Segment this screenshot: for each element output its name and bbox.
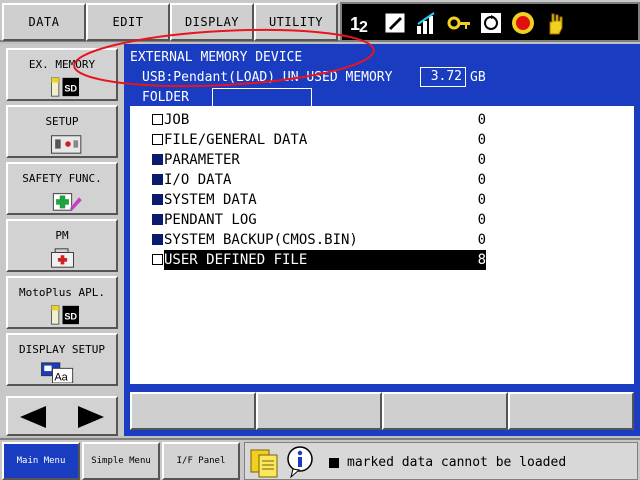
sd-card-icon: SD xyxy=(51,305,79,325)
sidebar-item-pm[interactable]: PM xyxy=(6,219,118,272)
sidebar-item-safety-func[interactable]: SAFETY FUNC. xyxy=(6,162,118,215)
memory-unit: GB xyxy=(470,70,486,85)
tool-number-12-icon: 1 2 xyxy=(348,10,374,36)
unused-memory-value: 3.72 xyxy=(420,67,466,87)
safety-cross-icon xyxy=(52,193,82,211)
cycle-icon xyxy=(478,10,504,36)
sidebar-item-display-setup[interactable]: DISPLAY SETUP Aa xyxy=(6,333,118,386)
list-item[interactable]: FILE/GENERAL DATA 0 xyxy=(150,130,486,150)
sidebar-item-label: PM xyxy=(55,229,69,242)
list-item[interactable]: JOB 0 xyxy=(150,110,486,130)
page-arrows xyxy=(6,396,118,436)
arrow-left-icon[interactable] xyxy=(16,404,52,430)
item-name: USER DEFINED FILE xyxy=(164,252,308,268)
item-name: PENDANT LOG xyxy=(164,212,257,228)
function-key-2[interactable] xyxy=(256,392,382,430)
item-checkbox[interactable] xyxy=(152,214,163,225)
sd-card-icon: SD xyxy=(51,77,79,97)
item-checkbox[interactable] xyxy=(152,254,163,265)
menu-edit-button[interactable]: EDIT xyxy=(86,3,170,41)
sidebar: EX. MEMORY SD SETUP SAFETY FUNC. PM Moto… xyxy=(0,44,124,436)
item-count: 0 xyxy=(477,132,486,148)
menu-display-button[interactable]: DISPLAY xyxy=(170,3,254,41)
item-count: 0 xyxy=(477,192,486,208)
item-count: 0 xyxy=(477,232,486,248)
message-bar: marked data cannot be loaded xyxy=(244,442,638,480)
folder-field[interactable] xyxy=(212,88,312,108)
item-count: 0 xyxy=(477,212,486,228)
if-panel-button[interactable]: I/F Panel xyxy=(162,442,240,480)
item-checkbox[interactable] xyxy=(152,234,163,245)
external-memory-window: EXTERNAL MEMORY DEVICE USB:Pendant(LOAD)… xyxy=(124,44,640,436)
list-item[interactable]: PARAMETER 0 xyxy=(150,150,486,170)
item-checkbox[interactable] xyxy=(152,154,163,165)
item-checkbox[interactable] xyxy=(152,134,163,145)
function-key-3[interactable] xyxy=(382,392,508,430)
stop-icon xyxy=(510,10,536,36)
list-item[interactable]: SYSTEM DATA 0 xyxy=(150,190,486,210)
first-aid-box-icon xyxy=(51,248,74,268)
item-name: SYSTEM BACKUP(CMOS.BIN) xyxy=(164,232,358,248)
sidebar-item-label: MotoPlus APL. xyxy=(18,286,106,299)
item-name: JOB xyxy=(164,112,190,128)
sidebar-item-ex-memory[interactable]: EX. MEMORY SD xyxy=(6,48,118,101)
item-checkbox[interactable] xyxy=(152,194,163,205)
hand-icon xyxy=(542,10,568,36)
top-menu-bar: DATA EDIT DISPLAY UTILITY 1 2 xyxy=(0,0,640,42)
status-icon-area: 1 2 xyxy=(340,2,640,42)
info-icon xyxy=(287,446,313,479)
list-item[interactable]: USER DEFINED FILE 8 xyxy=(150,250,486,270)
item-checkbox[interactable] xyxy=(152,174,163,185)
main-menu-button[interactable]: Main Menu xyxy=(2,442,80,480)
key-icon xyxy=(446,10,472,36)
list-item[interactable]: SYSTEM BACKUP(CMOS.BIN) 0 xyxy=(150,230,486,250)
file-type-list: JOB 0 FILE/GENERAL DATA 0 PARAMETER 0 I/O DATA… xyxy=(130,106,634,384)
usb-device-label: USB:Pendant(LOAD) UN-USED MEMORY xyxy=(142,70,393,85)
arrow-right-icon[interactable] xyxy=(72,404,108,430)
controller-icon xyxy=(51,135,82,154)
item-count: 8 xyxy=(477,252,486,268)
bottom-bar: Main Menu Simple Menu I/F Panel marked d… xyxy=(0,438,640,480)
signal-level-icon xyxy=(414,10,440,36)
page-title: EXTERNAL MEMORY DEVICE xyxy=(130,50,303,65)
item-name: PARAMETER xyxy=(164,152,240,168)
edit-mode-icon xyxy=(382,10,408,36)
sidebar-item-label: SAFETY FUNC. xyxy=(22,172,102,185)
svg-text:Aa: Aa xyxy=(54,371,68,383)
function-key-1[interactable] xyxy=(130,392,256,430)
svg-text:2: 2 xyxy=(359,19,368,36)
svg-text:SD: SD xyxy=(64,312,77,322)
simple-menu-button[interactable]: Simple Menu xyxy=(82,442,160,480)
sidebar-item-motoplus[interactable]: MotoPlus APL. SD xyxy=(6,276,118,329)
sidebar-item-setup[interactable]: SETUP xyxy=(6,105,118,158)
sidebar-item-label: DISPLAY SETUP xyxy=(18,343,106,356)
svg-text:SD: SD xyxy=(64,84,77,94)
menu-utility-button[interactable]: UTILITY xyxy=(254,3,338,41)
item-checkbox[interactable] xyxy=(152,114,163,125)
list-item[interactable]: I/O DATA 0 xyxy=(150,170,486,190)
function-key-bar xyxy=(130,392,634,430)
list-item[interactable]: PENDANT LOG 0 xyxy=(150,210,486,230)
sidebar-item-label: EX. MEMORY xyxy=(28,58,96,71)
font-display-icon: Aa xyxy=(41,362,74,383)
item-count: 0 xyxy=(477,172,486,188)
folder-label: FOLDER xyxy=(142,90,189,105)
item-count: 0 xyxy=(477,152,486,168)
status-message: marked data cannot be loaded xyxy=(347,455,567,470)
function-key-4[interactable] xyxy=(508,392,634,430)
item-count: 0 xyxy=(477,112,486,128)
marked-square-icon xyxy=(329,458,339,468)
item-name: SYSTEM DATA xyxy=(164,192,257,208)
item-name: FILE/GENERAL DATA xyxy=(164,132,308,148)
item-name: I/O DATA xyxy=(164,172,232,188)
sidebar-item-label: SETUP xyxy=(45,115,79,128)
menu-data-button[interactable]: DATA xyxy=(2,3,86,41)
clipboard-icon[interactable] xyxy=(249,446,279,478)
